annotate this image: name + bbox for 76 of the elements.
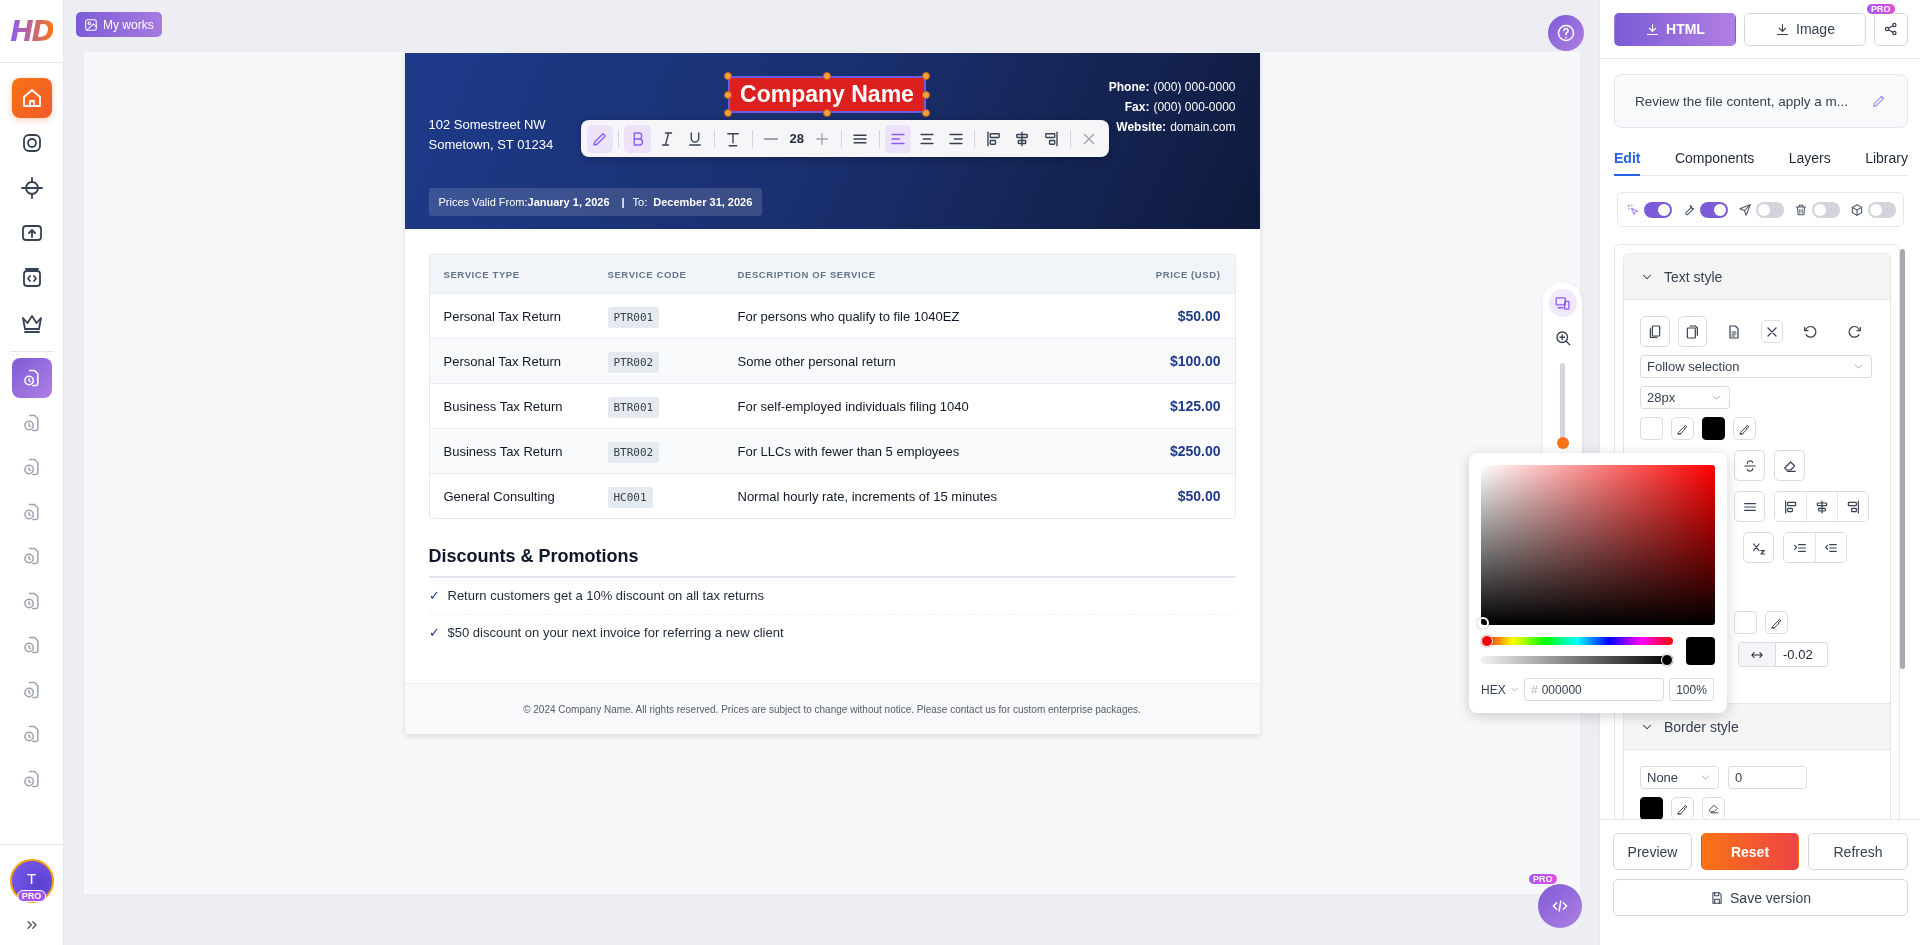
prompt-text: Review the file content, apply a m... bbox=[1635, 93, 1849, 109]
price-cell-text: $50.00 bbox=[1176, 488, 1222, 504]
table-cell-text: For persons who qualify to file 1040EZ bbox=[736, 308, 961, 324]
table-cell-text: For LLCs with fewer than 5 employees bbox=[736, 443, 961, 459]
check-mark: ✓ bbox=[428, 588, 440, 603]
hex-value: 000000 bbox=[1541, 682, 1582, 697]
column-header: DESCRIPTION OF SERVICE bbox=[736, 268, 877, 280]
follow-dropdown[interactable]: Follow selection bbox=[1640, 355, 1872, 378]
section-header[interactable]: Text style bbox=[1624, 254, 1890, 300]
border-type-dropdown[interactable]: None bbox=[1640, 766, 1719, 789]
table-cell-text: Personal Tax Return bbox=[442, 308, 563, 324]
table-cell-text: Personal Tax Return bbox=[442, 353, 563, 369]
price-cell-text: $125.00 bbox=[1168, 398, 1222, 414]
service-code: BTR002 bbox=[607, 441, 660, 463]
table-cell-text: For self-employed individuals filing 1040 bbox=[736, 398, 970, 414]
address-line: Sometown, ST 01234 bbox=[428, 137, 554, 152]
table-cell-text: General Consulting bbox=[442, 488, 556, 504]
valid-from-date: January 1, 2026 bbox=[527, 196, 610, 208]
company-name[interactable]: Company Name bbox=[728, 76, 926, 113]
my-works-button[interactable]: My works bbox=[76, 12, 162, 37]
font-size-dropdown[interactable]: 28px bbox=[1640, 386, 1730, 409]
prompt-box[interactable]: Review the file content, apply a m... bbox=[1614, 74, 1908, 128]
separator: | bbox=[621, 196, 625, 208]
table-cell-text: Normal hourly rate, increments of 15 minutes bbox=[736, 488, 998, 504]
dropdown-value: 28px bbox=[1647, 390, 1676, 405]
panel-tab[interactable]: Layers bbox=[1788, 145, 1831, 176]
valid-to-date: December 31, 2026 bbox=[653, 196, 753, 208]
font-size-value[interactable]: 28 bbox=[786, 131, 807, 146]
price-cell-text: $100.00 bbox=[1168, 353, 1222, 369]
footer-text: © 2024 Company Name. All rights reserved. Prices are subject to change without notice. Please contact us for custom enterprise packages. bbox=[523, 703, 1141, 715]
refresh-button[interactable]: Refresh bbox=[1808, 833, 1908, 870]
column-header: SERVICE TYPE bbox=[442, 268, 521, 280]
service-code: BTR001 bbox=[607, 396, 660, 418]
panel-tab[interactable]: Library bbox=[1865, 145, 1908, 176]
avatar[interactable]: T PRO bbox=[9, 859, 54, 903]
price-cell-text: $250.00 bbox=[1168, 443, 1222, 459]
contact-value: domain.com bbox=[1170, 120, 1236, 134]
save-version-button[interactable]: Save version bbox=[1613, 879, 1908, 916]
valid-to-label: To: bbox=[632, 196, 648, 208]
pro-badge: PRO bbox=[16, 890, 47, 902]
table-cell-text: Some other personal return bbox=[736, 353, 897, 369]
dropdown-value: Follow selection bbox=[1647, 359, 1740, 374]
dropdown-value: None bbox=[1647, 770, 1679, 785]
address-line: 102 Somestreet NW bbox=[428, 117, 546, 132]
price-cell-text: $50.00 bbox=[1176, 308, 1222, 324]
opacity-field[interactable]: 100% bbox=[1669, 678, 1714, 701]
discount-text: Return customers get a 10% discount on all tax returns bbox=[447, 588, 764, 603]
preview-button[interactable]: Preview bbox=[1613, 833, 1692, 870]
export-button[interactable]: HTML bbox=[1614, 12, 1736, 46]
format-select[interactable]: HEX bbox=[1481, 682, 1519, 697]
export-button[interactable]: Image bbox=[1744, 12, 1866, 46]
section-heading: Discounts & Promotions bbox=[428, 546, 1236, 578]
pro-badge: PRO bbox=[1528, 873, 1558, 885]
contact-label: Fax: bbox=[1124, 100, 1150, 114]
service-code: PTR002 bbox=[607, 351, 660, 373]
contact-value: (000) 000-0000 bbox=[1153, 100, 1236, 114]
panel-tab[interactable]: Edit bbox=[1614, 145, 1641, 176]
service-code: HC001 bbox=[607, 486, 653, 508]
contact-label: Website: bbox=[1116, 120, 1167, 134]
contact-label: Phone: bbox=[1108, 80, 1150, 94]
column-header: PRICE (USD) bbox=[1154, 268, 1222, 280]
discount-text: $50 discount on your next invoice for referring a new client bbox=[447, 625, 784, 640]
hash-prefix: # bbox=[1531, 682, 1538, 697]
valid-from-label: Prices Valid From: bbox=[438, 196, 528, 208]
contact-value: (000) 000-0000 bbox=[1153, 80, 1236, 94]
service-code: PTR001 bbox=[607, 306, 660, 328]
hex-field[interactable]: # 000000 bbox=[1524, 678, 1664, 701]
border-width-field[interactable]: 0 bbox=[1728, 766, 1807, 789]
table-cell-text: Business Tax Return bbox=[442, 443, 564, 459]
avatar-initial: T bbox=[26, 869, 37, 887]
section-header[interactable]: Border style bbox=[1624, 704, 1890, 750]
column-header: SERVICE CODE bbox=[606, 268, 688, 280]
table-cell-text: Business Tax Return bbox=[442, 398, 564, 414]
pro-badge: PRO bbox=[1866, 2, 1896, 15]
check-mark: ✓ bbox=[428, 625, 440, 640]
panel-tab[interactable]: Components bbox=[1674, 145, 1755, 176]
